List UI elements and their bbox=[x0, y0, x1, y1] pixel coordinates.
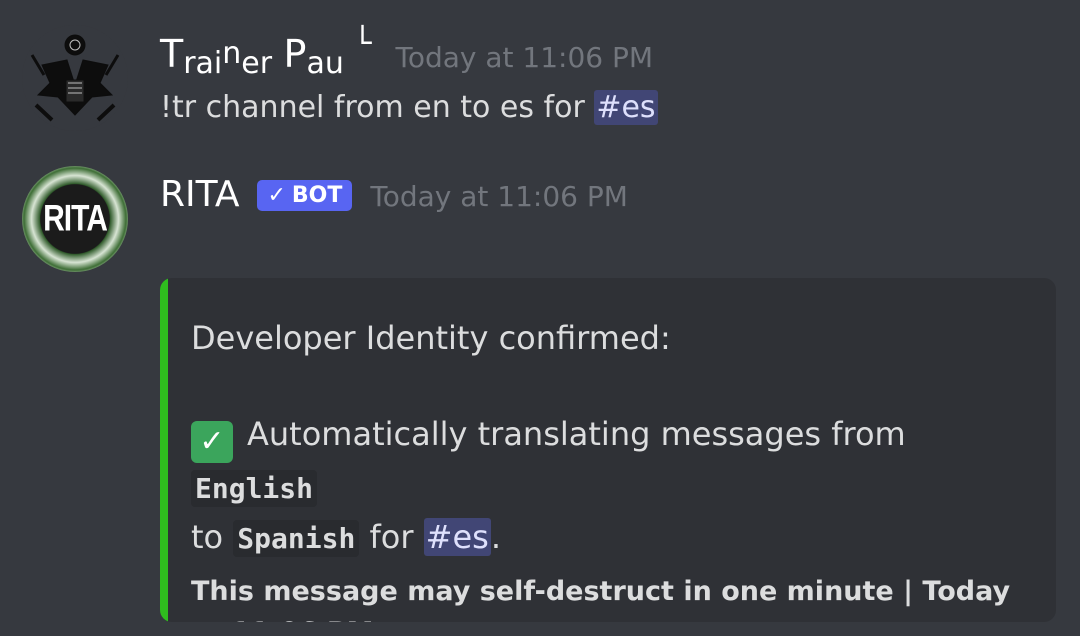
avatar-text: RITA bbox=[43, 197, 108, 239]
channel-mention[interactable]: #es bbox=[594, 90, 658, 125]
verified-check-icon: ✓ bbox=[267, 183, 286, 208]
embed-body: Developer Identity confirmed: ✓ Automatic… bbox=[191, 314, 1032, 622]
embed-text: to bbox=[191, 518, 224, 556]
check-mark-icon: ✓ bbox=[191, 421, 233, 463]
embed-spacer bbox=[191, 362, 1032, 410]
embed-footer: This message may self-destruct in one mi… bbox=[191, 576, 1011, 622]
eagle-crest-icon bbox=[22, 25, 128, 131]
message-content: !tr channel from en to es for #es bbox=[160, 90, 658, 125]
bot-badge: ✓ BOT bbox=[257, 180, 353, 211]
channel-mention[interactable]: #es bbox=[423, 518, 491, 556]
message-header: Trainer Pau └ Today at 11:06 PM bbox=[160, 26, 654, 81]
username[interactable]: Trainer Pau └ bbox=[160, 26, 371, 81]
avatar-trainer-paul[interactable] bbox=[22, 25, 128, 131]
avatar-rita[interactable]: RITA bbox=[22, 166, 128, 272]
message-text: !tr channel from en to es for bbox=[160, 90, 595, 125]
language-target-code: Spanish bbox=[233, 520, 360, 557]
embed-text: . bbox=[490, 518, 501, 556]
timestamp: Today at 11:06 PM bbox=[370, 180, 628, 213]
message-header: RITA ✓ BOT Today at 11:06 PM bbox=[160, 174, 628, 215]
embed: Developer Identity confirmed: ✓ Automatic… bbox=[160, 278, 1056, 622]
embed-text: for bbox=[369, 518, 414, 556]
username[interactable]: RITA bbox=[160, 174, 239, 215]
bot-label: BOT bbox=[291, 183, 343, 208]
language-source-code: English bbox=[191, 470, 318, 507]
embed-description-line2: ✓ Automatically translating messages from… bbox=[191, 410, 1032, 513]
timestamp: Today at 11:06 PM bbox=[395, 41, 654, 74]
embed-description-line1: Developer Identity confirmed: bbox=[191, 319, 671, 357]
embed-accent-bar bbox=[160, 278, 168, 622]
embed-description-line3: to Spanish for #es. bbox=[191, 513, 1032, 563]
embed-text: Automatically translating messages from bbox=[247, 415, 906, 453]
